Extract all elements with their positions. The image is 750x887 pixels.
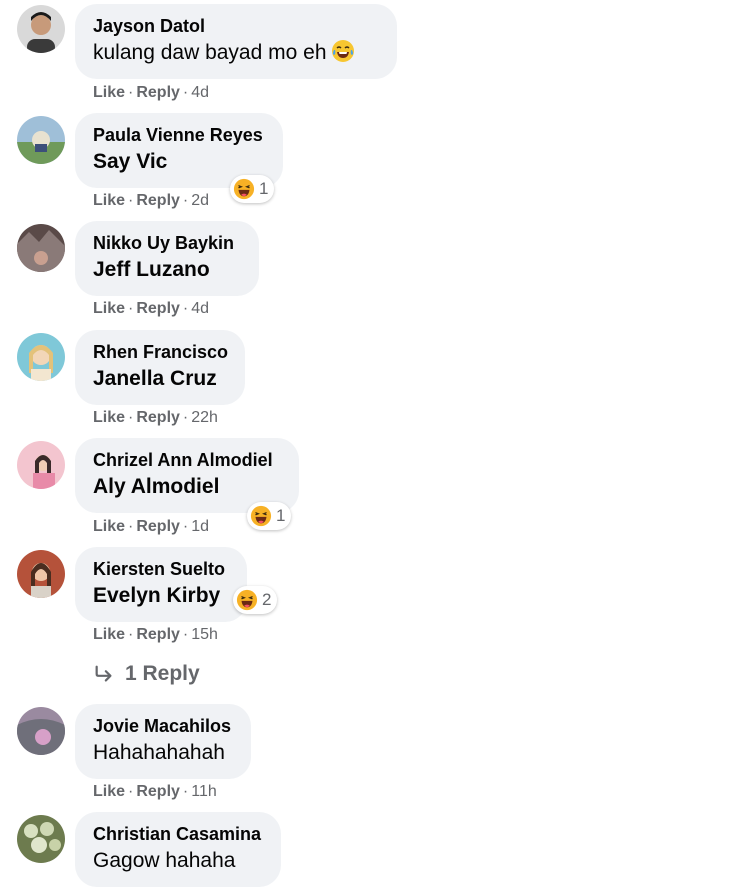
timestamp[interactable]: 4d [191, 300, 209, 317]
reaction-count[interactable]: 2 [233, 586, 278, 614]
haha-emoji-icon [233, 178, 255, 200]
reply-link[interactable]: Reply [136, 518, 180, 535]
avatar[interactable] [17, 333, 65, 381]
haha-emoji-icon [250, 505, 272, 527]
separator: · [128, 783, 134, 800]
comment-actions: Like · Reply · 11h [93, 782, 217, 802]
avatar[interactable] [17, 441, 65, 489]
reply-link[interactable]: Reply [136, 409, 180, 426]
avatar[interactable] [17, 5, 65, 53]
like-link[interactable]: Like [93, 783, 125, 800]
reply-arrow-icon [95, 665, 112, 682]
comment-text: Aly Almodiel [93, 475, 220, 498]
comment-bubble: Jayson Datol kulang daw bayad mo eh [75, 4, 397, 79]
timestamp[interactable]: 11h [191, 783, 217, 800]
timestamp[interactable]: 22h [191, 409, 218, 426]
timestamp[interactable]: 4d [191, 84, 209, 101]
comment-actions: Like · Reply · 1d [93, 517, 209, 537]
separator: · [182, 84, 189, 101]
comment-actions: Like · Reply · 4d [93, 83, 209, 103]
separator: · [128, 626, 134, 643]
commenter-name[interactable]: Rhen Francisco [93, 341, 228, 363]
separator: · [128, 84, 134, 101]
separator: · [128, 192, 134, 209]
comment-actions: Like · Reply · 4d [93, 299, 209, 319]
comment-actions: Like · Reply · 22h [93, 408, 218, 428]
separator: · [128, 300, 134, 317]
separator: · [128, 518, 134, 535]
commenter-name[interactable]: Kiersten Suelto [93, 558, 229, 580]
commenter-name[interactable]: Jayson Datol [93, 15, 379, 37]
avatar[interactable] [17, 707, 65, 755]
like-link[interactable]: Like [93, 192, 125, 209]
reply-link[interactable]: Reply [136, 300, 180, 317]
comment-actions: Like · Reply · 15h [93, 625, 218, 645]
commenter-name[interactable]: Chrizel Ann Almodiel [93, 449, 281, 471]
comment-text: Say Vic [93, 150, 168, 173]
like-link[interactable]: Like [93, 84, 125, 101]
replies-count: 1 Reply [125, 662, 200, 685]
reply-link[interactable]: Reply [136, 783, 180, 800]
comment-text: kulang daw bayad mo eh [93, 39, 379, 67]
comment-bubble: Nikko Uy Baykin Jeff Luzano [75, 221, 259, 296]
reaction-count-value: 2 [262, 590, 272, 609]
timestamp[interactable]: 1d [191, 518, 209, 535]
timestamp[interactable]: 2d [191, 192, 209, 209]
separator: · [182, 626, 189, 643]
joy-emoji-icon [331, 39, 355, 63]
haha-emoji-icon [236, 589, 258, 611]
like-link[interactable]: Like [93, 626, 125, 643]
comment-text: Jeff Luzano [93, 258, 210, 281]
commenter-name[interactable]: Christian Casamina [93, 823, 263, 845]
comment-text: Hahahahahah [93, 741, 225, 764]
reaction-count-value: 1 [276, 506, 286, 525]
avatar[interactable] [17, 550, 65, 598]
reply-link[interactable]: Reply [136, 626, 180, 643]
comment-text: Janella Cruz [93, 367, 217, 390]
avatar[interactable] [17, 224, 65, 272]
comment-actions: Like · Reply · 2d [93, 191, 209, 211]
like-link[interactable]: Like [93, 518, 125, 535]
reply-link[interactable]: Reply [136, 192, 180, 209]
separator: · [182, 192, 189, 209]
separator: · [182, 409, 189, 426]
reply-link[interactable]: Reply [136, 84, 180, 101]
comment-text-content: kulang daw bayad mo eh [93, 41, 327, 64]
comment-text: Gagow hahaha [93, 849, 236, 872]
reaction-count[interactable]: 1 [230, 175, 275, 203]
timestamp[interactable]: 15h [191, 626, 218, 643]
comment-bubble: Jovie Macahilos Hahahahahah [75, 704, 251, 779]
like-link[interactable]: Like [93, 409, 125, 426]
avatar[interactable] [17, 116, 65, 164]
commenter-name[interactable]: Nikko Uy Baykin [93, 232, 241, 254]
separator: · [182, 300, 189, 317]
reaction-count-value: 1 [259, 179, 269, 198]
reaction-count[interactable]: 1 [247, 502, 292, 530]
commenter-name[interactable]: Jovie Macahilos [93, 715, 233, 737]
comment-bubble: Kiersten Suelto Evelyn Kirby [75, 547, 247, 622]
separator: · [128, 409, 134, 426]
comment-text: Evelyn Kirby [93, 584, 221, 607]
commenter-name[interactable]: Paula Vienne Reyes [93, 124, 265, 146]
separator: · [182, 518, 189, 535]
comment-bubble: Rhen Francisco Janella Cruz [75, 330, 245, 405]
like-link[interactable]: Like [93, 300, 125, 317]
separator: · [182, 783, 189, 800]
comment-bubble: Christian Casamina Gagow hahaha [75, 812, 281, 887]
view-replies-link[interactable]: 1 Reply [93, 662, 200, 686]
avatar[interactable] [17, 815, 65, 863]
